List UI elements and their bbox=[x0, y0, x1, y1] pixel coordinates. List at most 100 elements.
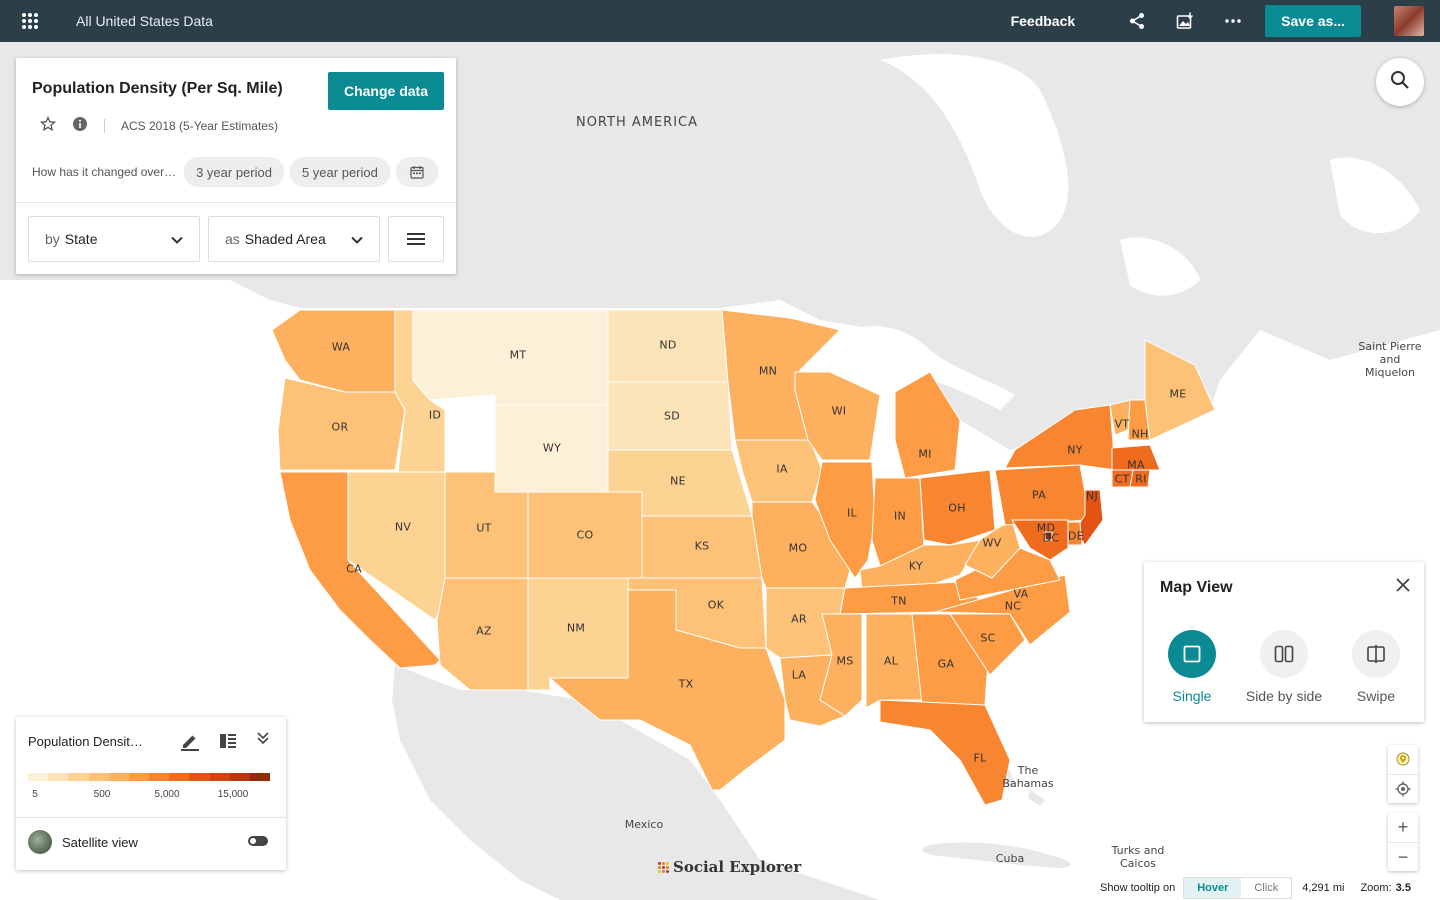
geography-value: State bbox=[64, 231, 98, 247]
state-label-co: CO bbox=[576, 528, 594, 542]
state-label-az: AZ bbox=[476, 624, 492, 638]
state-label-ms: MS bbox=[836, 654, 854, 668]
state-label-wv: WV bbox=[982, 536, 1002, 550]
state-label-pa: PA bbox=[1031, 488, 1047, 502]
state-label-nd: ND bbox=[659, 338, 677, 352]
tooltip-hover-option[interactable]: Hover bbox=[1184, 878, 1242, 898]
info-icon[interactable] bbox=[72, 116, 88, 135]
data-panel: Population Density (Per Sq. Mile) Change… bbox=[16, 58, 456, 274]
satellite-label: Satellite view bbox=[62, 835, 138, 850]
view-side-by-side-button[interactable]: Side by side bbox=[1236, 630, 1332, 704]
geography-select[interactable]: by State bbox=[28, 216, 200, 262]
legend-layout-icon[interactable] bbox=[218, 731, 238, 756]
brand-name: Social Explorer bbox=[673, 858, 802, 876]
menu-icon[interactable] bbox=[388, 216, 444, 262]
zoom-out-icon[interactable]: − bbox=[1388, 842, 1418, 871]
legend-color-bar bbox=[28, 773, 271, 781]
state-label-al: AL bbox=[883, 654, 899, 668]
change-question: How has it changed over… bbox=[32, 165, 177, 179]
state-label-id: ID bbox=[428, 408, 442, 422]
map-footer: Show tooltip on Hover Click 4,291 mi Zoo… bbox=[1100, 876, 1411, 900]
export-image-icon[interactable] bbox=[1161, 0, 1209, 42]
legend-color-swatch bbox=[169, 773, 190, 781]
search-button[interactable] bbox=[1376, 58, 1424, 106]
scale-readout: 4,291 mi bbox=[1302, 882, 1345, 894]
change-data-button[interactable]: Change data bbox=[327, 72, 444, 110]
state-label-sd: SD bbox=[663, 409, 681, 423]
data-title: Population Density (Per Sq. Mile) bbox=[32, 80, 283, 97]
state-label-tx: TX bbox=[678, 677, 694, 691]
legend-panel: Population Density (Per Sq. Mile) 5 500 … bbox=[16, 717, 286, 870]
chip-3-year[interactable]: 3 year period bbox=[184, 157, 284, 187]
side-by-side-icon bbox=[1260, 630, 1308, 678]
visualization-prefix: as bbox=[225, 231, 240, 247]
avatar[interactable] bbox=[1394, 6, 1424, 36]
state-label-ks: KS bbox=[694, 539, 710, 553]
chevron-down-icon bbox=[351, 231, 363, 247]
legend-tick: 5 bbox=[32, 789, 38, 800]
state-label-mi: MI bbox=[918, 447, 932, 461]
zoom-label: Zoom: bbox=[1360, 882, 1392, 894]
tooltip-label: Show tooltip on bbox=[1100, 882, 1176, 894]
legend-color-swatch bbox=[189, 773, 210, 781]
legend-color-swatch bbox=[209, 773, 230, 781]
state-label-or: OR bbox=[331, 420, 349, 434]
state-label-oh: OH bbox=[948, 501, 966, 515]
my-location-icon[interactable] bbox=[1388, 774, 1418, 803]
chip-5-year[interactable]: 5 year period bbox=[289, 157, 390, 187]
state-label-va: VA bbox=[1013, 587, 1029, 601]
state-label-me: ME bbox=[1169, 387, 1187, 401]
brand-dots-icon bbox=[658, 861, 669, 873]
legend-color-swatch bbox=[28, 773, 49, 781]
state-label-mt: MT bbox=[509, 348, 527, 362]
apps-icon[interactable] bbox=[0, 0, 60, 42]
state-label-in: IN bbox=[893, 509, 907, 523]
view-swipe-button[interactable]: Swipe bbox=[1328, 630, 1424, 704]
visualization-select[interactable]: as Shaded Area bbox=[208, 216, 380, 262]
label-mexico: Mexico bbox=[624, 818, 664, 831]
view-single-button[interactable]: Single bbox=[1144, 630, 1240, 704]
state-label-nj: NJ bbox=[1085, 489, 1099, 503]
legend-color-swatch bbox=[68, 773, 89, 781]
edit-icon[interactable] bbox=[180, 731, 200, 756]
swipe-icon bbox=[1352, 630, 1400, 678]
satellite-toggle[interactable] bbox=[248, 836, 268, 846]
state-label-vt: VT bbox=[1114, 417, 1130, 431]
state-label-dc: DC bbox=[1042, 531, 1060, 545]
data-source[interactable]: ACS 2018 (5-Year Estimates) bbox=[121, 119, 278, 133]
state-label-ky: KY bbox=[908, 559, 924, 573]
zoom-in-icon[interactable]: + bbox=[1388, 813, 1418, 842]
map-view-title: Map View bbox=[1160, 579, 1233, 596]
search-icon bbox=[1390, 70, 1410, 95]
close-icon[interactable] bbox=[1396, 578, 1410, 597]
calendar-icon[interactable] bbox=[395, 157, 438, 187]
more-icon[interactable] bbox=[1209, 0, 1257, 42]
share-icon[interactable] bbox=[1113, 0, 1161, 42]
collapse-icon[interactable] bbox=[256, 731, 270, 756]
state-label-nv: NV bbox=[394, 520, 412, 534]
brand-logo: Social Explorer bbox=[658, 858, 801, 876]
star-icon[interactable] bbox=[39, 115, 57, 135]
panel-divider bbox=[16, 202, 456, 203]
state-label-sc: SC bbox=[980, 631, 996, 645]
state-label-ny: NY bbox=[1067, 443, 1083, 457]
location-controls bbox=[1388, 745, 1418, 803]
pin-icon[interactable] bbox=[1388, 745, 1418, 774]
save-as-button[interactable]: Save as... bbox=[1265, 5, 1361, 37]
legend-divider bbox=[16, 817, 286, 818]
view-swipe-label: Swipe bbox=[1356, 688, 1396, 704]
tooltip-click-option[interactable]: Click bbox=[1241, 878, 1291, 898]
label-saint-pierre: Saint Pierre and Miquelon bbox=[1358, 340, 1422, 379]
legend-color-swatch bbox=[48, 773, 69, 781]
state-label-wa: WA bbox=[331, 340, 351, 354]
state-label-mo: MO bbox=[788, 541, 808, 555]
feedback-button[interactable]: Feedback bbox=[1011, 13, 1076, 29]
project-title[interactable]: All United States Data bbox=[76, 13, 213, 29]
zoom-value: 3.5 bbox=[1395, 882, 1411, 894]
label-bahamas: The Bahamas bbox=[1002, 764, 1054, 790]
state-label-wy: WY bbox=[542, 441, 562, 455]
legend-color-swatch bbox=[249, 773, 271, 781]
label-north-america: NORTH AMERICA bbox=[575, 115, 699, 130]
label-turks-caicos: Turks and Caicos bbox=[1111, 844, 1165, 868]
state-label-wi: WI bbox=[831, 404, 847, 418]
